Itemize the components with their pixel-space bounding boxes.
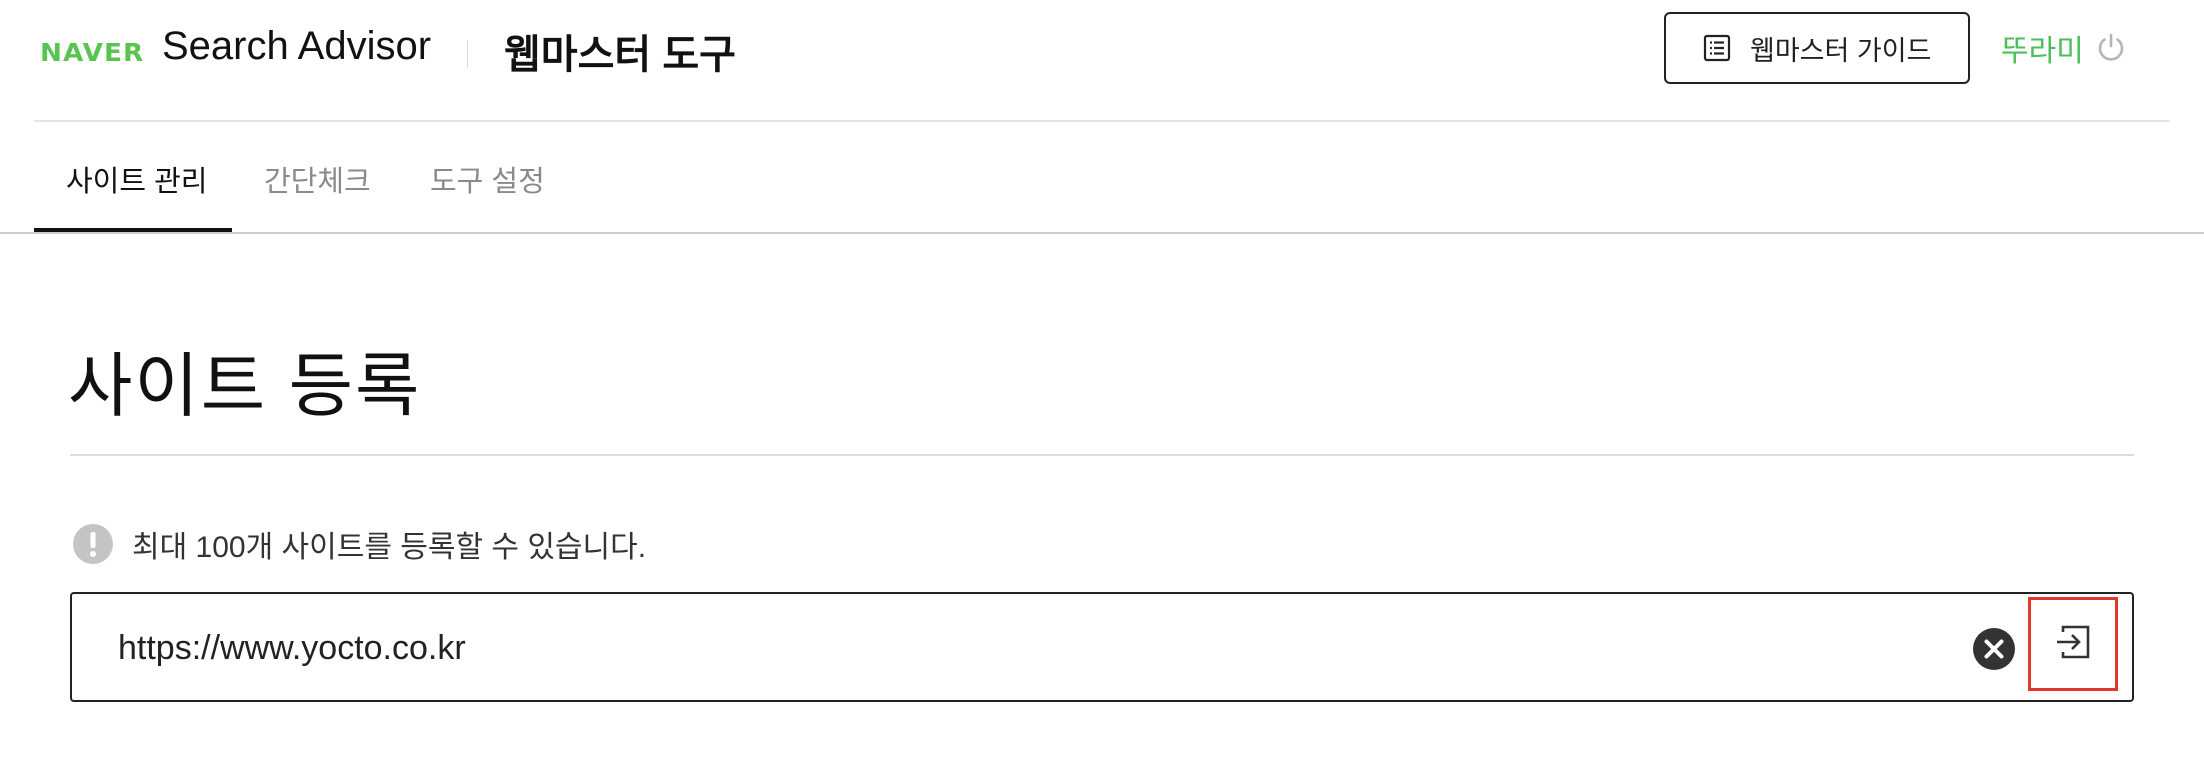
header: NAVER Search Advisor 웹마스터 도구 웹마스터 가이드 뚜라… xyxy=(0,0,2204,120)
list-document-icon xyxy=(1702,33,1732,63)
user-name-link[interactable]: 뚜라미 xyxy=(2001,26,2084,70)
exclamation-circle-icon xyxy=(72,523,114,565)
login-arrow-icon xyxy=(2053,622,2093,666)
tab-quick-check[interactable]: 간단체크 xyxy=(264,158,371,200)
notice-text: 최대 100개 사이트를 등록할 수 있습니다. xyxy=(132,531,647,564)
header-divider xyxy=(467,40,468,68)
naver-logo[interactable]: NAVER xyxy=(40,38,144,67)
tabs-divider-line xyxy=(0,232,2204,234)
notice: 최대 100개 사이트를 등록할 수 있습니다. xyxy=(72,522,646,566)
register-site-button[interactable] xyxy=(2028,597,2118,691)
site-url-field xyxy=(70,592,2134,702)
close-circle-icon[interactable] xyxy=(1972,627,2016,671)
guide-button-label: 웹마스터 가이드 xyxy=(1750,35,1932,66)
title-divider xyxy=(70,454,2134,456)
webmaster-guide-button[interactable]: 웹마스터 가이드 xyxy=(1664,12,1970,84)
tab-site-management[interactable]: 사이트 관리 xyxy=(66,158,207,200)
tab-bar: 사이트 관리 간단체크 도구 설정 xyxy=(0,122,2204,234)
power-icon[interactable] xyxy=(2094,30,2128,64)
app-name[interactable]: Search Advisor xyxy=(162,24,431,69)
site-url-input[interactable] xyxy=(118,618,1958,678)
page-title: 사이트 등록 xyxy=(68,347,422,425)
tool-name[interactable]: 웹마스터 도구 xyxy=(504,22,736,80)
tab-tool-settings[interactable]: 도구 설정 xyxy=(430,158,545,200)
